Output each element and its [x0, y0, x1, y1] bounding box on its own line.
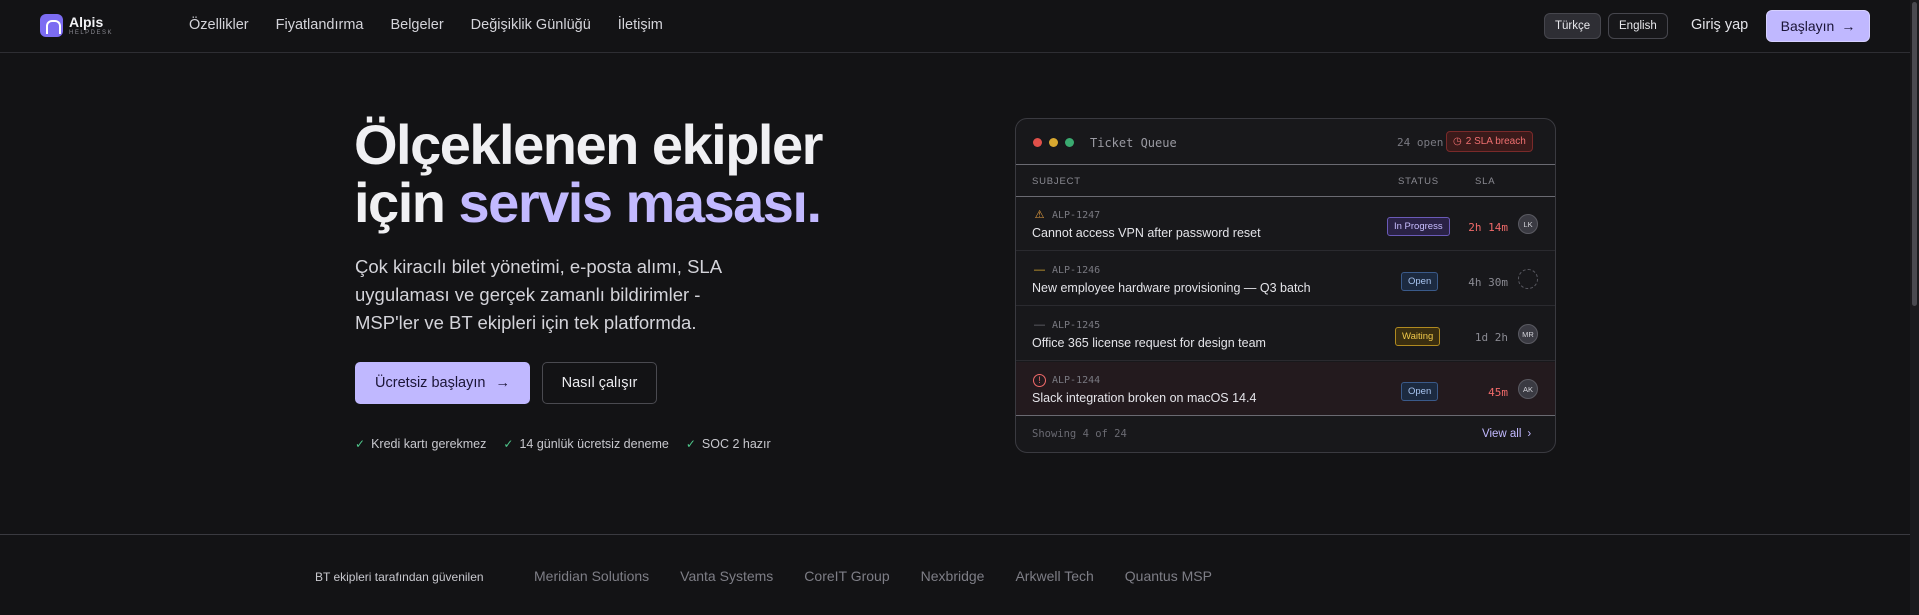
start-button[interactable]: Başlayın → — [1766, 10, 1870, 42]
trusted-by-label: BT ekipleri tarafından güvenilen — [315, 570, 484, 584]
warning-icon: ⚠ — [1034, 209, 1045, 221]
ticket-row[interactable]: ⚠ ALP-1247 Cannot access VPN after passw… — [1016, 197, 1555, 251]
medium-priority-icon: — — [1034, 264, 1045, 276]
client-logo: Nexbridge — [920, 568, 985, 584]
arrow-right-icon: → — [1841, 18, 1856, 34]
how-it-works-button[interactable]: Nasıl çalışır — [542, 362, 657, 404]
ticket-id: ALP-1246 — [1052, 265, 1101, 276]
nav-link-pricing[interactable]: Fiyatlandırma — [276, 17, 364, 33]
hero-subtitle: Çok kiracılı bilet yönetimi, e-posta alı… — [355, 256, 722, 333]
trusted-logos: Meridian Solutions Vanta Systems CoreIT … — [534, 568, 1212, 584]
status-badge: Open — [1401, 382, 1439, 401]
sla-time: 1d 2h — [1474, 331, 1508, 344]
client-logo: CoreIT Group — [804, 568, 890, 584]
ticket-subject: Cannot access VPN after password reset — [1032, 226, 1261, 240]
nav-links: Özellikler Fiyatlandırma Belgeler Değişi… — [189, 17, 663, 33]
view-all-link[interactable]: View all › — [1482, 428, 1531, 440]
nav-link-features[interactable]: Özellikler — [189, 17, 249, 33]
chevron-right-icon: › — [1527, 428, 1532, 440]
card-footer: Showing 4 of 24 View all › — [1016, 415, 1555, 452]
client-logo: Vanta Systems — [680, 568, 774, 584]
low-priority-icon: — — [1034, 319, 1045, 331]
unassigned-avatar[interactable] — [1518, 269, 1538, 289]
nav-link-docs[interactable]: Belgeler — [390, 17, 443, 33]
avatar[interactable]: AK — [1518, 379, 1538, 399]
col-sla: SLA — [1475, 176, 1496, 187]
ticket-row[interactable]: — ALP-1246 New employee hardware provisi… — [1016, 252, 1555, 306]
brand-name: Alpis — [69, 14, 104, 30]
sla-breach-badge[interactable]: ◷ 2 SLA breach — [1446, 131, 1533, 152]
check-item: ✓ 14 günlük ücretsiz deneme — [503, 437, 669, 451]
ticket-id: ALP-1245 — [1052, 320, 1101, 331]
client-logo: Meridian Solutions — [534, 568, 650, 584]
lang-turkish-button[interactable]: Türkçe — [1544, 13, 1602, 39]
window-close-dot-icon — [1033, 138, 1042, 147]
col-status: STATUS — [1398, 176, 1439, 187]
status-badge: Waiting — [1395, 327, 1441, 346]
check-icon: ✓ — [503, 437, 514, 451]
ticket-id: ALP-1247 — [1052, 210, 1101, 221]
open-count: 24 open — [1397, 136, 1444, 149]
ticket-id: ALP-1244 — [1052, 375, 1101, 386]
top-nav: Alpis HELPDESK Özellikler Fiyatlandırma … — [0, 0, 1910, 53]
avatar[interactable]: MR — [1518, 324, 1538, 344]
start-button-label: Başlayın — [1780, 18, 1835, 34]
ticket-row[interactable]: — ALP-1245 Office 365 license request fo… — [1016, 307, 1555, 361]
sla-time: 2h 14m — [1468, 221, 1508, 234]
nav-link-changelog[interactable]: Değişiklik Günlüğü — [471, 17, 591, 33]
card-title: Ticket Queue — [1090, 136, 1177, 150]
feature-checks: ✓ Kredi kartı gerekmez ✓ 14 günlük ücretsi… — [355, 437, 771, 451]
free-start-button[interactable]: Ücretsiz başlayın → — [355, 362, 530, 404]
logo-icon — [40, 14, 63, 37]
ticket-subject: Slack integration broken on macOS 14.4 — [1032, 391, 1257, 405]
ticket-row[interactable]: ! ALP-1244 Slack integration broken on m… — [1016, 362, 1555, 416]
hero-title: Ölçeklenen ekipler için servis masası. — [354, 113, 823, 234]
check-icon: ✓ — [685, 437, 696, 451]
lang-english-button[interactable]: English — [1608, 13, 1668, 39]
brand-sub: HELPDESK — [69, 30, 114, 36]
arrow-right-icon: → — [495, 375, 510, 391]
check-icon: ✓ — [355, 437, 366, 451]
col-subject: SUBJECT — [1032, 176, 1081, 187]
card-header: Ticket Queue 24 open ◷ 2 SLA breach — [1016, 119, 1555, 165]
login-link[interactable]: Giriş yap — [1691, 17, 1748, 33]
window-minimize-dot-icon — [1049, 138, 1058, 147]
sla-time: 45m — [1488, 386, 1508, 399]
clock-icon: ◷ — [1453, 136, 1462, 147]
client-logo: Arkwell Tech — [1015, 568, 1094, 584]
window-maximize-dot-icon — [1065, 138, 1074, 147]
status-badge: In Progress — [1387, 217, 1450, 236]
hero-title-accent: servis masası. — [458, 171, 822, 234]
ticket-subject: New employee hardware provisioning — Q3 … — [1032, 281, 1311, 295]
ticket-subject: Office 365 license request for design te… — [1032, 336, 1266, 350]
scrollbar-thumb[interactable] — [1912, 2, 1917, 306]
showing-count: Showing 4 of 24 — [1032, 428, 1127, 440]
status-badge: Open — [1401, 272, 1439, 291]
check-item: ✓ SOC 2 hazır — [685, 437, 771, 451]
avatar[interactable]: LK — [1518, 214, 1538, 234]
brand-logo[interactable]: Alpis HELPDESK — [40, 14, 113, 37]
nav-link-contact[interactable]: İletişim — [618, 17, 663, 33]
alert-icon: ! — [1033, 374, 1046, 387]
client-logo: Quantus MSP — [1124, 568, 1212, 584]
ticket-queue-card: Ticket Queue 24 open ◷ 2 SLA breach SUBJ… — [1015, 118, 1556, 453]
check-item: ✓ Kredi kartı gerekmez — [355, 437, 487, 451]
sla-time: 4h 30m — [1468, 276, 1508, 289]
